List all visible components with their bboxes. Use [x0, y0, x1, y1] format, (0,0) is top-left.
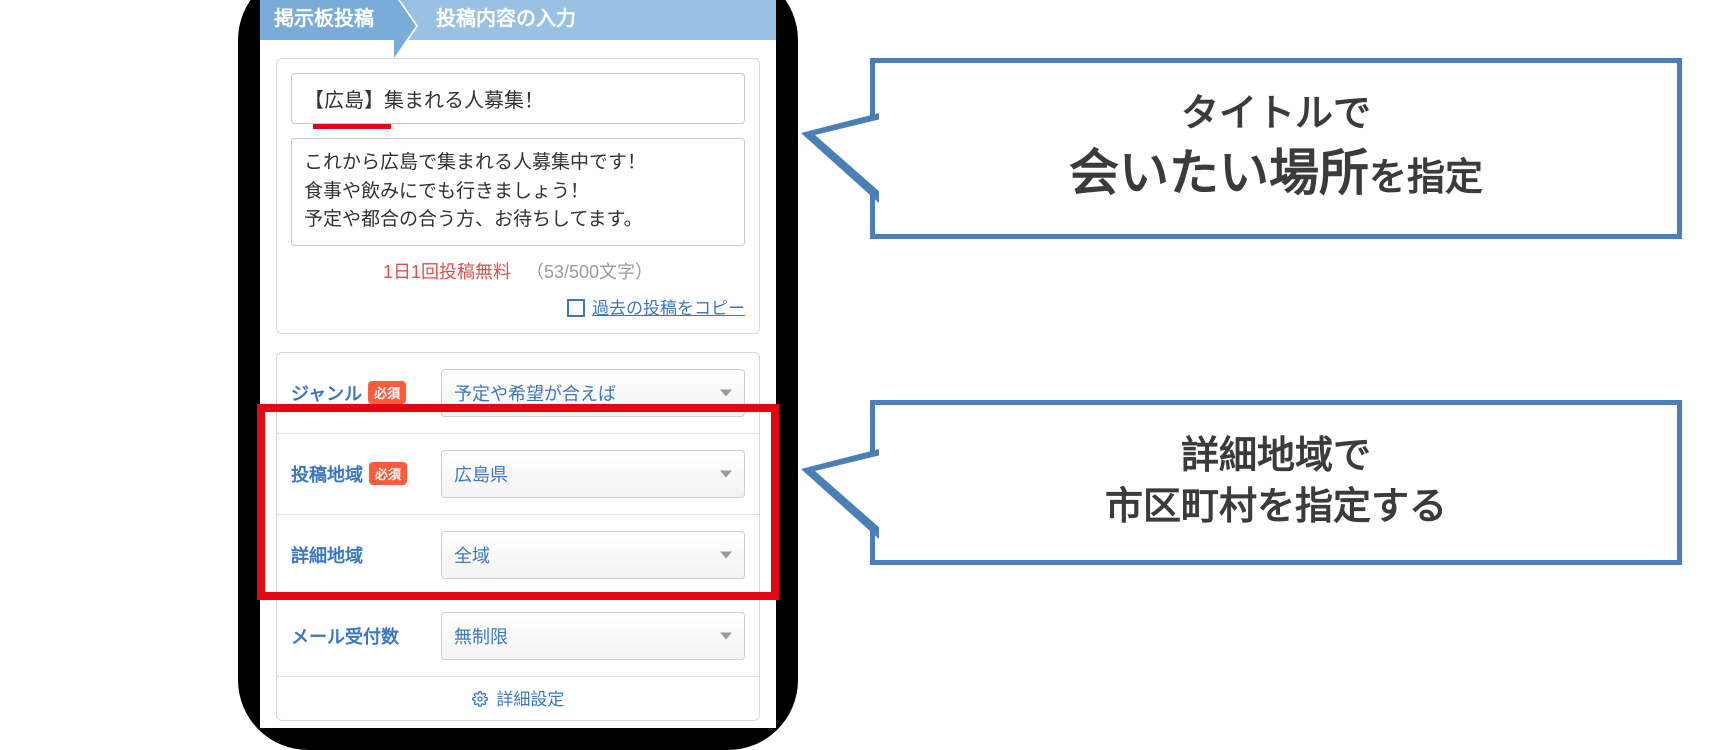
- label-region-text: 投稿地域: [291, 461, 363, 487]
- gear-icon: [472, 691, 488, 712]
- copy-icon: [570, 302, 584, 316]
- callout-pointer-icon: [815, 119, 881, 193]
- post-options-panel: ジャンル 必須 予定や希望が合えば 投稿地域 必須 広島県 詳細地域 全域: [276, 352, 760, 721]
- phone-screen: 掲示板投稿 投稿内容の入力 【広島】集まれる人募集！ これから広島で集まれる人募…: [260, 0, 776, 728]
- callout-pointer-icon: [815, 455, 881, 529]
- free-post-label: 1日1回投稿無料: [383, 262, 511, 282]
- callout1-suffix: を指定: [1369, 157, 1483, 199]
- breadcrumb-step-1[interactable]: 掲示板投稿: [274, 2, 402, 31]
- row-genre: ジャンル 必須 予定や希望が合えば: [277, 353, 759, 434]
- required-badge: 必須: [368, 381, 406, 404]
- char-count-label: （53/500文字）: [526, 262, 653, 282]
- detail-settings-text: 詳細設定: [496, 690, 564, 709]
- label-subregion: 詳細地域: [291, 542, 441, 568]
- post-content-panel: 【広島】集まれる人募集！ これから広島で集まれる人募集中です！ 食事や飲みにでも…: [276, 58, 760, 334]
- row-subregion: 詳細地域 全域: [277, 515, 759, 596]
- required-badge: 必須: [369, 462, 407, 485]
- label-mailcap: メール受付数: [291, 623, 441, 649]
- label-genre: ジャンル 必須: [291, 380, 441, 406]
- breadcrumb: 掲示板投稿 投稿内容の入力: [260, 0, 776, 40]
- callout2-line2: 市区町村を指定する: [917, 482, 1635, 533]
- post-title-input[interactable]: 【広島】集まれる人募集！: [291, 73, 745, 124]
- select-genre[interactable]: 予定や希望が合えば: [441, 369, 745, 417]
- label-subregion-text: 詳細地域: [291, 542, 363, 568]
- post-body-input[interactable]: これから広島で集まれる人募集中です！ 食事や飲みにでも行きましょう！ 予定や都合…: [291, 138, 745, 246]
- row-mailcap: メール受付数 無制限: [277, 596, 759, 677]
- row-region: 投稿地域 必須 広島県: [277, 434, 759, 515]
- callout-subregion: 詳細地域で 市区町村を指定する: [870, 400, 1682, 565]
- select-subregion[interactable]: 全域: [441, 531, 745, 579]
- char-count-row: 1日1回投稿無料 （53/500文字）: [291, 258, 745, 284]
- callout2-line1: 詳細地域で: [917, 431, 1635, 482]
- title-highlight-underline: [313, 124, 391, 129]
- callout1-emphasis: 会いたい場所: [1069, 145, 1369, 201]
- breadcrumb-step-2: 投稿内容の入力: [402, 0, 776, 40]
- label-genre-text: ジャンル: [291, 380, 362, 406]
- detail-settings-link[interactable]: 詳細設定: [277, 677, 759, 720]
- select-mailcap[interactable]: 無制限: [441, 612, 745, 660]
- phone-frame: 掲示板投稿 投稿内容の入力 【広島】集まれる人募集！ これから広島で集まれる人募…: [238, 0, 798, 750]
- callout-title-location: タイトルで 会いたい場所を指定: [870, 58, 1682, 239]
- copy-past-post-link[interactable]: 過去の投稿をコピー: [592, 299, 745, 318]
- callout1-line1: タイトルで: [917, 89, 1635, 140]
- label-mailcap-text: メール受付数: [291, 623, 399, 649]
- select-region[interactable]: 広島県: [441, 450, 745, 498]
- label-region: 投稿地域 必須: [291, 461, 441, 487]
